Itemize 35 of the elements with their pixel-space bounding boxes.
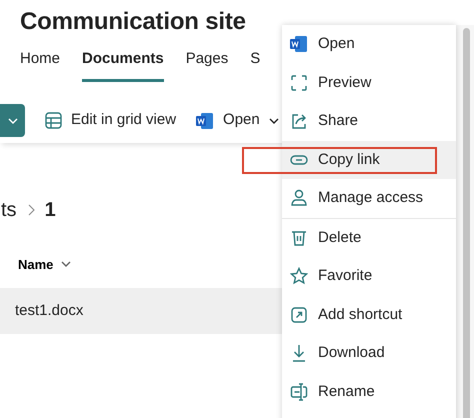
nav-tab[interactable]: S bbox=[250, 48, 260, 82]
nav-tab[interactable]: Pages bbox=[186, 48, 228, 82]
menu-item[interactable]: Favorite bbox=[282, 257, 456, 296]
site-title: Communication site bbox=[19, 7, 247, 37]
menu-item[interactable]: Download bbox=[282, 334, 456, 372]
trash-icon bbox=[290, 228, 308, 247]
edit-grid-button[interactable]: Edit in grid view bbox=[45, 109, 176, 132]
menu-item[interactable]: Share bbox=[282, 102, 456, 140]
breadcrumb-chevron-icon bbox=[26, 204, 35, 216]
column-header[interactable]: Name bbox=[18, 254, 72, 274]
table-grid-icon bbox=[45, 112, 62, 129]
word-document-icon bbox=[290, 35, 308, 54]
sort-chevron-icon bbox=[61, 260, 72, 268]
menu-item[interactable]: Rename bbox=[282, 372, 456, 411]
scrollbar-thumb[interactable] bbox=[463, 28, 470, 418]
word-document-icon bbox=[196, 112, 214, 130]
menu-item[interactable]: Add shortcut bbox=[282, 296, 456, 334]
chevron-icon bbox=[8, 116, 18, 124]
breadcrumb-item[interactable]: 1 bbox=[44, 194, 56, 224]
breadcrumb-item[interactable]: ts bbox=[1, 194, 17, 224]
nav-tab[interactable]: Documents bbox=[82, 48, 164, 82]
new-dropdown-button[interactable] bbox=[0, 104, 25, 137]
menu-item[interactable]: Delete bbox=[282, 218, 456, 257]
menu-item[interactable]: Open bbox=[282, 25, 456, 64]
preview-frame-icon bbox=[290, 74, 308, 92]
star-icon bbox=[290, 267, 308, 286]
nav-tab[interactable]: Home bbox=[20, 48, 60, 82]
menu-item[interactable]: Manage access bbox=[282, 179, 456, 218]
rename-icon bbox=[290, 382, 308, 401]
menu-item[interactable]: Preview bbox=[282, 64, 456, 102]
download-icon bbox=[290, 344, 308, 362]
person-icon bbox=[290, 189, 308, 208]
open-dropdown[interactable]: Open bbox=[196, 109, 279, 132]
chevron-icon bbox=[268, 116, 279, 124]
share-icon bbox=[290, 112, 308, 130]
